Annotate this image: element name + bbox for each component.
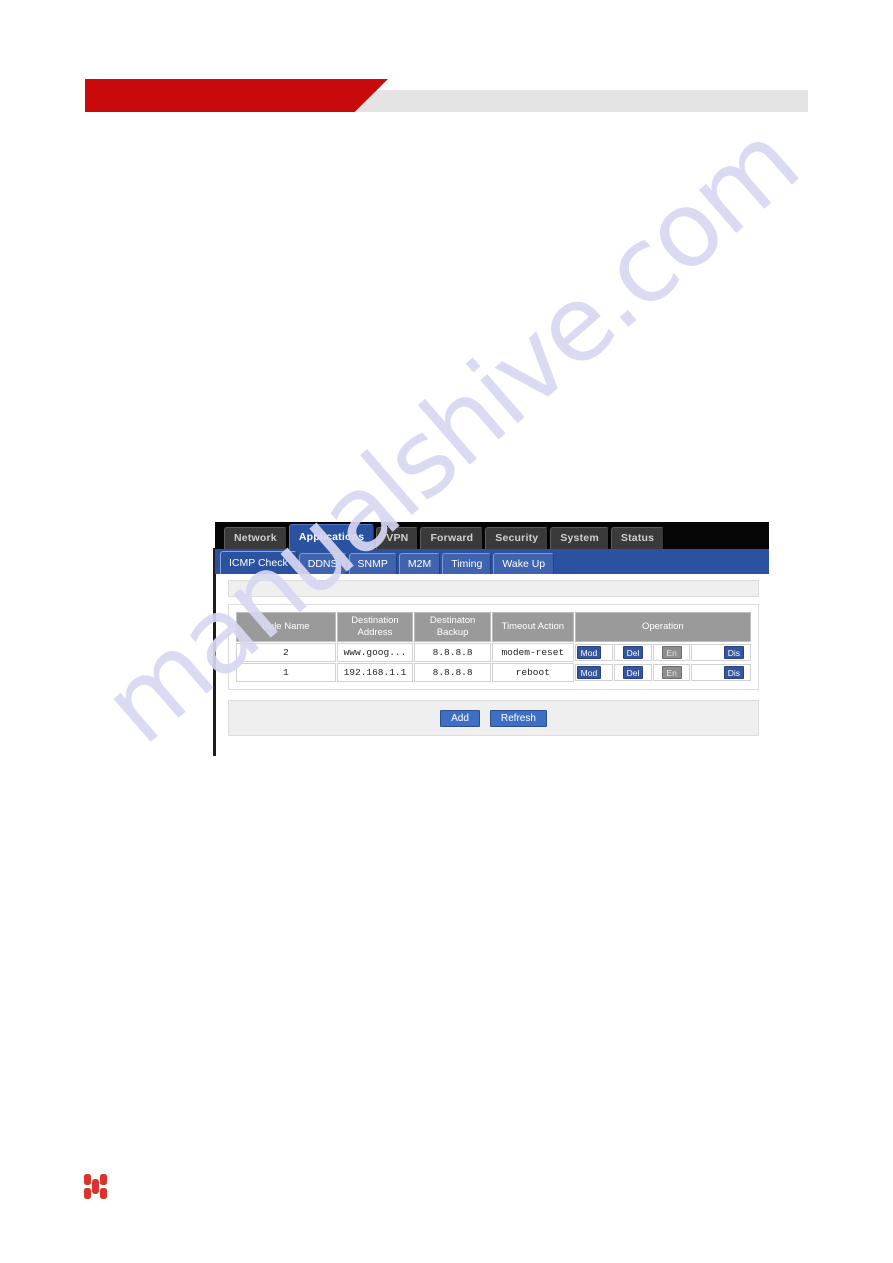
sub-nav-item-wake-up[interactable]: Wake Up [493, 553, 555, 574]
rules-table-container: Rule Name Destination Address Destinaton… [228, 604, 759, 690]
col-header-destination-backup: Destinaton Backup [414, 612, 491, 642]
operation-slot-enable: En [652, 644, 691, 661]
main-navigation-bar: Network Applications VPN Forward Securit… [215, 522, 769, 549]
table-header-row: Rule Name Destination Address Destinaton… [236, 612, 751, 642]
sub-nav-item-ddns[interactable]: DDNS [298, 553, 347, 574]
operation-slot-delete: Del [614, 664, 652, 681]
operation-slot-enable: En [652, 664, 691, 681]
logo-bar-top-right [100, 1174, 107, 1185]
header-gray-bar [330, 90, 808, 112]
sub-navigation-bar: ICMP Check DDNS SNMP M2M Timing Wake Up [215, 549, 769, 574]
cell-timeout-action: modem-reset [491, 643, 574, 662]
col-header-timeout-action: Timeout Action [491, 612, 574, 642]
modify-button[interactable]: Mod [576, 646, 602, 659]
panel-action-bar: Add Refresh [228, 700, 759, 736]
logo-bar-bottom-right [100, 1188, 107, 1199]
sub-nav-item-icmp-check[interactable]: ICMP Check [220, 551, 297, 574]
disable-button[interactable]: Dis [723, 646, 744, 659]
cell-operation: Mod Del En Dis [574, 663, 751, 682]
operation-slot-disable: Dis [691, 664, 751, 681]
operation-slot-delete: Del [614, 644, 652, 661]
add-button[interactable]: Add [440, 709, 480, 727]
page-header-band [0, 0, 893, 140]
cell-destination-address: www.goog... [336, 643, 414, 662]
disable-button[interactable]: Dis [723, 666, 744, 679]
main-nav-item-system[interactable]: System [550, 527, 609, 549]
table-row: 2 www.goog... 8.8.8.8 modem-reset Mod De… [236, 643, 751, 662]
logo-bar-center [92, 1179, 99, 1194]
main-nav-item-forward[interactable]: Forward [420, 527, 484, 549]
enable-button: En [661, 666, 682, 679]
operation-button-group: Mod Del En Dis [574, 644, 751, 661]
operation-slot-disable: Dis [691, 644, 751, 661]
cell-rule-name: 2 [236, 643, 336, 662]
main-nav-item-vpn[interactable]: VPN [376, 527, 419, 549]
enable-button: En [661, 646, 682, 659]
header-red-banner [85, 79, 388, 112]
router-web-ui-screenshot: Network Applications VPN Forward Securit… [213, 522, 769, 756]
operation-slot-modify: Mod [574, 664, 614, 681]
sub-nav-item-snmp[interactable]: SNMP [348, 553, 397, 574]
icmp-rules-table: Rule Name Destination Address Destinaton… [235, 611, 752, 683]
col-header-operation: Operation [574, 612, 751, 642]
cell-destination-address: 192.168.1.1 [336, 663, 414, 682]
operation-button-group: Mod Del En Dis [574, 664, 751, 681]
cell-operation: Mod Del En Dis [574, 643, 751, 662]
main-nav-item-network[interactable]: Network [224, 527, 287, 549]
main-nav-list: Network Applications VPN Forward Securit… [215, 522, 769, 549]
main-nav-item-applications[interactable]: Applications [288, 524, 375, 549]
sub-nav-item-m2m[interactable]: M2M [398, 553, 441, 574]
footer-logo [84, 1174, 108, 1201]
col-header-rule-name: Rule Name [236, 612, 336, 642]
cell-rule-name: 1 [236, 663, 336, 682]
table-row: 1 192.168.1.1 8.8.8.8 reboot Mod Del En … [236, 663, 751, 682]
panel-title-strip [228, 580, 759, 597]
content-area: Rule Name Destination Address Destinaton… [216, 574, 769, 756]
delete-button[interactable]: Del [622, 666, 644, 679]
main-nav-item-status[interactable]: Status [610, 527, 665, 549]
cell-destination-backup: 8.8.8.8 [414, 643, 491, 662]
main-nav-item-security[interactable]: Security [485, 527, 549, 549]
cell-timeout-action: reboot [491, 663, 574, 682]
cell-destination-backup: 8.8.8.8 [414, 663, 491, 682]
delete-button[interactable]: Del [622, 646, 644, 659]
col-header-destination-address: Destination Address [336, 612, 414, 642]
refresh-button[interactable]: Refresh [489, 709, 547, 727]
sub-nav-list: ICMP Check DDNS SNMP M2M Timing Wake Up [215, 549, 769, 574]
logo-bar-bottom-left [84, 1188, 91, 1199]
logo-bar-top-left [84, 1174, 91, 1185]
modify-button[interactable]: Mod [576, 666, 602, 679]
operation-slot-modify: Mod [574, 644, 614, 661]
sub-nav-item-timing[interactable]: Timing [442, 553, 492, 574]
